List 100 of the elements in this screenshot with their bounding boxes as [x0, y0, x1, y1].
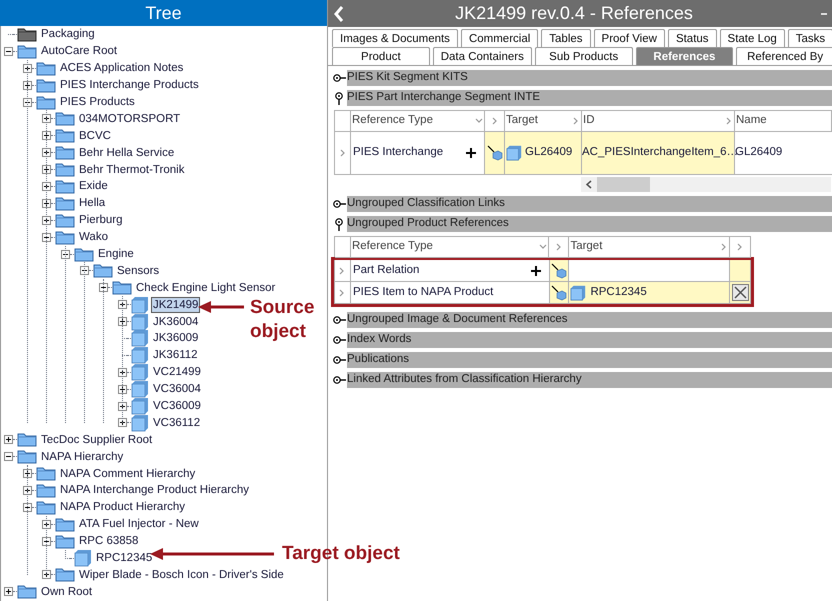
tree-item[interactable]: JK36004: [151, 314, 200, 330]
back-icon[interactable]: [332, 4, 346, 22]
collapse-icon[interactable]: [4, 46, 13, 56]
tree-item[interactable]: NAPA Product Hierarchy: [58, 499, 188, 516]
pin-right-icon[interactable]: [332, 314, 346, 326]
expand-icon[interactable]: [118, 317, 127, 326]
row-header[interactable]: [335, 282, 351, 304]
column-header[interactable]: Name: [735, 111, 832, 132]
expand-icon[interactable]: [4, 587, 13, 596]
expand-icon[interactable]: [118, 300, 127, 310]
expand-icon[interactable]: [4, 435, 13, 444]
tree-item[interactable]: VC36004: [151, 381, 203, 398]
tab[interactable]: Tables: [541, 29, 591, 47]
collapse-icon[interactable]: [23, 502, 32, 512]
tree-item[interactable]: JK36009: [151, 330, 200, 346]
pin-right-icon[interactable]: [332, 374, 346, 386]
collapse-icon[interactable]: [4, 452, 13, 462]
section-header[interactable]: Ungrouped Classification Links: [347, 196, 832, 212]
tab[interactable]: References: [636, 47, 734, 65]
link-cell[interactable]: [485, 132, 505, 175]
tree-item[interactable]: VC36009: [151, 398, 203, 414]
expand-icon[interactable]: [42, 182, 51, 191]
tree-item[interactable]: NAPA Hierarchy: [39, 448, 126, 465]
tree-item[interactable]: VC21499: [151, 364, 203, 380]
tree-item[interactable]: JK36112: [151, 347, 200, 364]
expand-icon[interactable]: [42, 570, 51, 580]
tree-item[interactable]: Behr Thermot-Tronik: [77, 162, 186, 178]
tab[interactable]: State Log: [720, 29, 785, 47]
tree-item[interactable]: Behr Hella Service: [77, 144, 176, 161]
collapse-icon[interactable]: [99, 283, 108, 292]
expand-icon[interactable]: [42, 114, 51, 124]
section-header[interactable]: Linked Attributes from Classification Hierarchy: [347, 372, 832, 388]
tab[interactable]: Tasks: [788, 29, 832, 47]
expand-icon[interactable]: [23, 80, 32, 90]
tree-item[interactable]: NAPA Interchange Product Hierarchy: [58, 482, 251, 498]
tree-item[interactable]: Exide: [77, 178, 110, 194]
tree-item[interactable]: RPC12345: [94, 550, 154, 566]
expand-icon[interactable]: [23, 64, 32, 73]
tree-item[interactable]: Engine: [96, 246, 136, 262]
expand-icon[interactable]: [42, 131, 51, 140]
add-icon[interactable]: [530, 266, 540, 276]
expand-icon[interactable]: [42, 148, 51, 158]
tree-item[interactable]: Hella: [77, 195, 108, 212]
expand-icon[interactable]: [23, 469, 32, 478]
tree-item[interactable]: 034MOTORSPORT: [77, 110, 182, 127]
section-header[interactable]: PIES Part Interchange Segment INTE: [347, 90, 832, 106]
collapse-icon[interactable]: [80, 266, 89, 276]
tree-item[interactable]: Pierburg: [77, 212, 124, 228]
tab[interactable]: Data Containers: [432, 47, 532, 65]
tab[interactable]: Product: [332, 47, 430, 65]
tab[interactable]: Images & Documents: [332, 29, 458, 47]
tree-item[interactable]: PIES Interchange Products: [58, 77, 201, 94]
pin-right-icon[interactable]: [332, 334, 346, 346]
add-icon[interactable]: [466, 148, 476, 158]
tree-item[interactable]: ATA Fuel Injector - New: [77, 516, 201, 532]
section-header[interactable]: PIES Kit Segment KITS: [347, 70, 832, 86]
tree-item[interactable]: Wako: [77, 229, 110, 246]
pin-right-icon[interactable]: [332, 198, 346, 210]
section-header[interactable]: Publications: [347, 352, 832, 368]
tree-item[interactable]: ACES Application Notes: [58, 60, 186, 76]
column-header[interactable]: Reference Type: [350, 237, 550, 258]
pin-down-icon[interactable]: [332, 218, 346, 230]
column-header[interactable]: Reference Type: [351, 111, 485, 132]
link-cell[interactable]: [550, 282, 570, 304]
column-header[interactable]: Target: [569, 237, 730, 258]
collapse-icon[interactable]: [42, 232, 51, 242]
link-cell[interactable]: [550, 260, 570, 282]
tree-item[interactable]: Own Root: [39, 584, 94, 600]
tree-item[interactable]: Packaging: [39, 26, 97, 42]
horizontal-scrollbar[interactable]: [581, 177, 831, 192]
section-header[interactable]: Index Words: [347, 332, 832, 348]
expand-icon[interactable]: [118, 402, 127, 411]
tree-item[interactable]: RPC 63858: [77, 533, 140, 550]
pin-right-icon[interactable]: [332, 354, 346, 366]
expand-icon[interactable]: [42, 165, 51, 174]
tab[interactable]: Status: [668, 29, 717, 47]
tree-item[interactable]: Check Engine Light Sensor: [134, 280, 278, 296]
section-header[interactable]: Ungrouped Product References: [347, 216, 832, 232]
tab[interactable]: Referenced By: [736, 47, 832, 65]
tree-item[interactable]: BCVC: [77, 128, 113, 144]
collapse-icon[interactable]: [23, 98, 32, 106]
row-header[interactable]: [335, 260, 351, 282]
pin-right-icon[interactable]: [332, 72, 346, 84]
expand-icon[interactable]: [118, 368, 127, 377]
minimize-icon[interactable]: [820, 12, 828, 16]
tree-item[interactable]: AutoCare Root: [39, 43, 120, 60]
expand-icon[interactable]: [42, 216, 51, 225]
collapse-icon[interactable]: [42, 536, 51, 546]
expand-icon[interactable]: [23, 486, 32, 495]
collapse-icon[interactable]: [61, 250, 70, 259]
tree-item[interactable]: JK21499: [151, 296, 200, 313]
expand-icon[interactable]: [118, 384, 127, 394]
tree-item[interactable]: NAPA Comment Hierarchy: [58, 466, 198, 482]
expand-icon[interactable]: [118, 418, 127, 428]
expand-icon[interactable]: [42, 198, 51, 208]
tab[interactable]: Sub Products: [534, 47, 633, 65]
expand-icon[interactable]: [42, 520, 51, 529]
tree-item[interactable]: VC36112: [151, 414, 202, 431]
section-header[interactable]: Ungrouped Image & Document References: [347, 312, 832, 328]
tree-item[interactable]: TecDoc Supplier Root: [39, 432, 154, 448]
